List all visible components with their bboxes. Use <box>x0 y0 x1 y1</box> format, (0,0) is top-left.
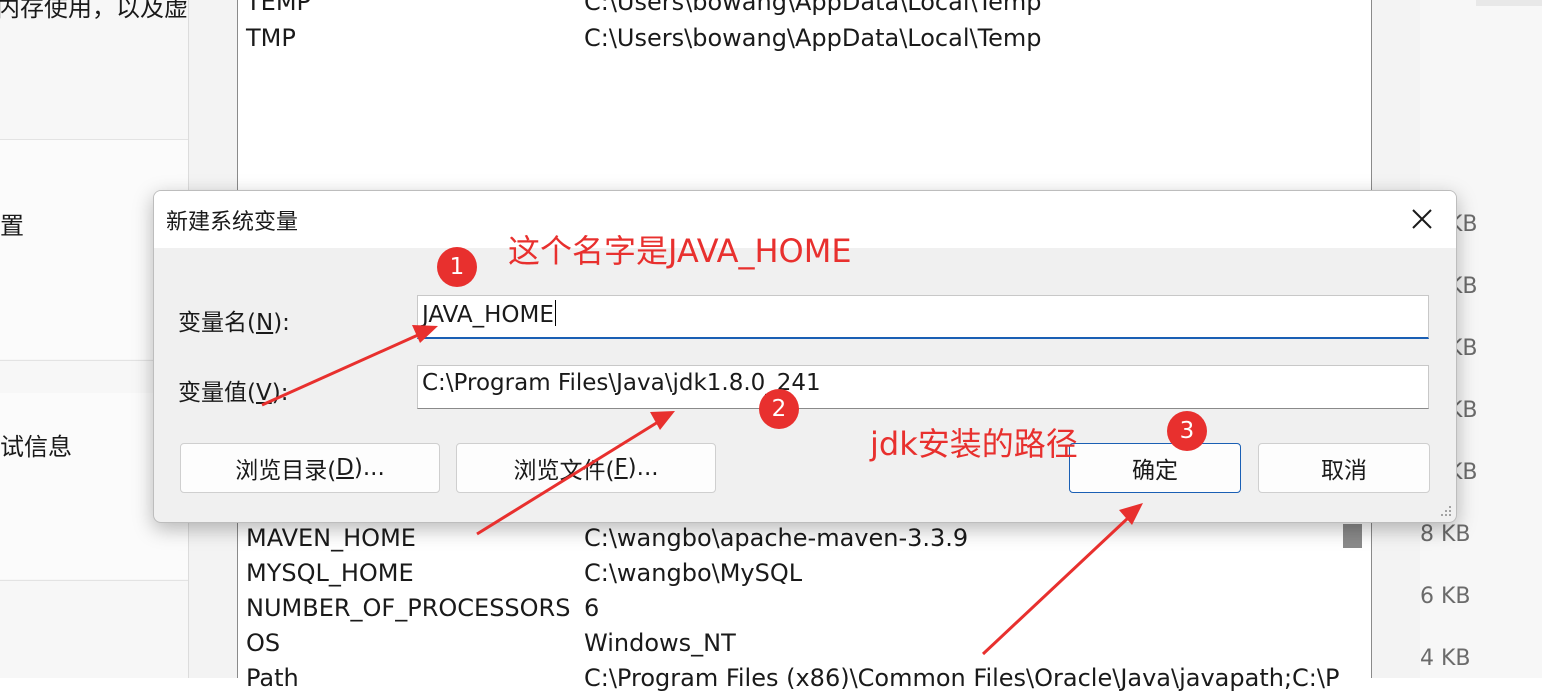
label-text: 变量值( <box>178 380 256 406</box>
variable-value-input[interactable]: C:\Program Files\Java\jdk1.8.0_241 <box>417 365 1429 409</box>
system-variables-list-top[interactable]: TEMP C:\Users\bowang\AppData\Local\Temp … <box>237 0 1372 190</box>
label-text: 变量名( <box>178 310 256 336</box>
annotation-name-note: 这个名字是JAVA_HOME <box>508 232 852 270</box>
size-text: 8 KB <box>1420 522 1471 547</box>
variable-value: C:\Users\bowang\AppData\Local\Temp <box>584 24 1042 52</box>
variable-name: MYSQL_HOME <box>246 559 414 587</box>
left-item-label-2: 试信息 <box>0 433 72 461</box>
close-icon <box>1412 209 1432 229</box>
variable-name: TEMP <box>246 0 312 16</box>
table-row[interactable]: MAVEN_HOME C:\wangbo\apache-maven-3.3.9 <box>238 524 1371 556</box>
variable-value: C:\wangbo\MySQL <box>584 559 803 587</box>
button-label: 浏览目录( <box>235 458 337 484</box>
list-scrollbar-thumb[interactable] <box>1343 524 1362 548</box>
text-caret <box>554 300 556 326</box>
resize-grip-icon[interactable] <box>1438 503 1452 517</box>
input-value: C:\Program Files\Java\jdk1.8.0_241 <box>422 370 821 396</box>
accelerator-key: N <box>255 310 274 336</box>
left-item-label-1: 置 <box>0 212 24 240</box>
size-text: 4 KB <box>1420 646 1471 671</box>
table-row[interactable]: Path C:\Program Files (x86)\Common Files… <box>238 664 1371 696</box>
button-label: 浏览文件( <box>513 458 615 484</box>
accelerator-key: F <box>614 455 628 481</box>
label-text: ): <box>271 380 289 406</box>
variable-value: C:\Users\bowang\AppData\Local\Temp <box>584 0 1042 16</box>
header-bar <box>1476 0 1542 6</box>
system-variables-list-bottom[interactable]: MAVEN_HOME C:\wangbo\apache-maven-3.3.9 … <box>237 520 1372 692</box>
variable-name: MAVEN_HOME <box>246 524 416 552</box>
annotation-path-note: jdk安装的路径 <box>870 425 1078 463</box>
left-divider <box>0 580 188 581</box>
step-badge-2: 2 <box>759 389 799 429</box>
button-label: )... <box>627 455 659 481</box>
accelerator-key: D <box>336 455 354 481</box>
ok-button[interactable]: 确定 <box>1069 443 1241 493</box>
browse-file-button[interactable]: 浏览文件(F)... <box>456 443 716 493</box>
size-text: 6 KB <box>1420 584 1471 609</box>
table-row[interactable]: NUMBER_OF_PROCESSORS 6 <box>238 594 1371 626</box>
table-row[interactable]: TMP C:\Users\bowang\AppData\Local\Temp <box>238 24 1371 56</box>
button-label: )... <box>353 455 385 481</box>
step-badge-1: 1 <box>437 247 477 287</box>
label-text: ): <box>273 310 290 336</box>
input-value: JAVA_HOME <box>422 302 554 328</box>
variable-name: TMP <box>246 24 296 52</box>
variable-value: C:\wangbo\apache-maven-3.3.9 <box>584 524 969 552</box>
variable-value: C:\Program Files (x86)\Common Files\Orac… <box>584 664 1340 692</box>
variable-value-label: 变量值(V): <box>178 373 288 407</box>
variable-name-input[interactable]: JAVA_HOME <box>417 295 1429 339</box>
cancel-button[interactable]: 取消 <box>1258 443 1430 493</box>
variable-name: Path <box>246 664 299 692</box>
variable-value: Windows_NT <box>584 629 736 657</box>
variable-name-label: 变量名(N): <box>178 303 290 337</box>
table-row[interactable]: OS Windows_NT <box>238 629 1371 661</box>
table-row[interactable]: TEMP C:\Users\bowang\AppData\Local\Temp <box>238 0 1371 20</box>
variable-value: 6 <box>584 594 600 622</box>
close-button[interactable] <box>1402 199 1442 239</box>
variable-name: OS <box>246 629 281 657</box>
variable-name: NUMBER_OF_PROCESSORS <box>246 594 571 622</box>
left-panel-description: 内存使用，以及虚 <box>0 0 188 22</box>
step-badge-3: 3 <box>1167 411 1207 451</box>
dialog-title: 新建系统变量 <box>166 210 299 235</box>
table-row[interactable]: MYSQL_HOME C:\wangbo\MySQL <box>238 559 1371 591</box>
browse-directory-button[interactable]: 浏览目录(D)... <box>180 443 440 493</box>
accelerator-key: V <box>255 380 272 406</box>
